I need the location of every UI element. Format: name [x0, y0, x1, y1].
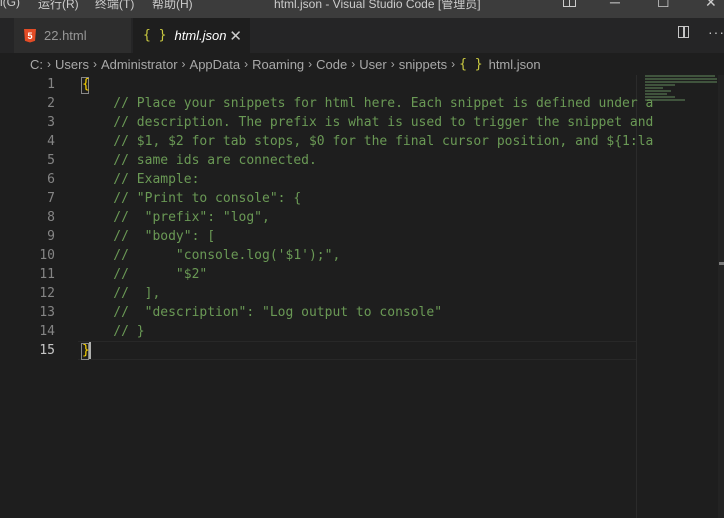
line-number: 1	[47, 77, 55, 92]
json-icon: { }	[459, 56, 483, 72]
breadcrumb: C: › Users › Administrator › AppData › R…	[0, 53, 724, 75]
line-number: 7	[47, 191, 55, 206]
code-line[interactable]: 14 // }	[0, 322, 636, 341]
chevron-right-icon: ›	[47, 57, 51, 71]
line-number: 11	[39, 267, 55, 282]
close-window-button[interactable]: ✕	[705, 0, 717, 11]
vertical-scrollbar[interactable]	[718, 75, 724, 518]
chevron-right-icon: ›	[92, 57, 97, 71]
code-line[interactable]: 13 // "description": "Log output to cons…	[0, 303, 636, 322]
line-number: 3	[47, 115, 55, 130]
minimap[interactable]	[645, 75, 720, 105]
more-actions-button[interactable]: ···	[708, 24, 724, 42]
code-line[interactable]: 6 // Example:	[0, 170, 636, 189]
breadcrumb-segment[interactable]: Administrator	[101, 57, 178, 72]
chevron-right-icon: ›	[244, 57, 249, 71]
breadcrumb-segment[interactable]: snippets	[399, 57, 447, 72]
code-line[interactable]: 11 // "$2"	[0, 265, 636, 284]
close-icon[interactable]: ✕	[229, 27, 242, 45]
chevron-right-icon: ›	[181, 57, 186, 71]
code-line[interactable]: 15 }	[0, 341, 636, 360]
minimize-button[interactable]: ─	[610, 0, 620, 10]
code-comment: // Example:	[82, 172, 200, 187]
line-number: 14	[39, 324, 55, 339]
code-line[interactable]: 3 // description. The prefix is what is …	[0, 113, 653, 132]
breadcrumb-segment[interactable]: C:	[30, 57, 43, 72]
json-icon: { }	[143, 28, 167, 43]
breadcrumb-segment[interactable]: Users	[55, 57, 89, 72]
line-number: 13	[39, 305, 55, 320]
title-bar: i(G) 运行(R) 终端(T) 帮助(H) html.json - Visua…	[0, 0, 724, 18]
code-comment: // Place your snippets for html here. Ea…	[82, 96, 654, 111]
line-number: 2	[47, 96, 55, 111]
line-number: 6	[47, 172, 55, 187]
code-comment: // }	[82, 324, 145, 339]
breadcrumb-segment[interactable]: User	[359, 57, 386, 72]
line-number: 4	[47, 134, 55, 149]
menu-item-go[interactable]: i(G)	[0, 0, 20, 9]
code-comment: // ],	[82, 286, 161, 301]
line-number: 12	[39, 286, 55, 301]
menu-item-terminal[interactable]: 终端(T)	[95, 0, 134, 12]
tab-22-html[interactable]: 5 22.html	[14, 18, 132, 53]
code-text: {	[82, 77, 90, 92]
tab-label: 22.html	[44, 28, 87, 43]
code-comment: // "$2"	[82, 267, 208, 282]
code-line[interactable]: 9 // "body": [	[0, 227, 636, 246]
window-title: html.json - Visual Studio Code [管理员]	[274, 0, 481, 11]
chevron-right-icon: ›	[351, 57, 356, 71]
code-line[interactable]: 4 // $1, $2 for tab stops, $0 for the fi…	[0, 132, 653, 151]
split-editor-button[interactable]	[678, 26, 689, 38]
code-editor[interactable]: 1 { 2 // Place your snippets for html he…	[0, 75, 724, 518]
code-line[interactable]: 1 {	[0, 75, 636, 94]
menu-item-run[interactable]: 运行(R)	[38, 0, 79, 12]
line-number: 10	[39, 248, 55, 263]
scrollbar-cursor-marker	[719, 262, 724, 265]
chevron-right-icon: ›	[308, 57, 313, 71]
line-number: 8	[47, 210, 55, 225]
code-comment: // "console.log('$1');",	[82, 248, 341, 263]
menu-item-help[interactable]: 帮助(H)	[152, 0, 193, 12]
breadcrumb-segment[interactable]: Roaming	[252, 57, 304, 72]
breadcrumb-segment[interactable]: Code	[316, 57, 347, 72]
breadcrumb-file[interactable]: html.json	[489, 57, 541, 72]
line-number: 15	[39, 343, 55, 358]
layout-icon[interactable]	[563, 0, 576, 10]
code-comment: // "description": "Log output to console…	[82, 305, 443, 320]
text-cursor	[89, 342, 91, 359]
code-line[interactable]: 10 // "console.log('$1');",	[0, 246, 636, 265]
breadcrumb-segment[interactable]: AppData	[190, 57, 241, 72]
code-comment: // "Print to console": {	[82, 191, 302, 206]
code-comment: // $1, $2 for tab stops, $0 for the fina…	[82, 134, 654, 149]
code-comment: // description. The prefix is what is us…	[82, 115, 654, 130]
code-line[interactable]: 12 // ],	[0, 284, 636, 303]
tab-html-json[interactable]: { } html.json ✕	[133, 18, 250, 53]
code-comment: // "prefix": "log",	[82, 210, 270, 225]
split-editor-icon	[678, 26, 689, 38]
maximize-button[interactable]: ☐	[657, 0, 670, 11]
more-icon: ···	[708, 24, 724, 40]
tab-bar: 5 22.html { } html.json ✕ ···	[0, 18, 724, 53]
html5-icon: 5	[24, 28, 36, 43]
chevron-right-icon: ›	[390, 57, 395, 71]
code-comment: // same ids are connected.	[82, 153, 317, 168]
code-line[interactable]: 2 // Place your snippets for html here. …	[0, 94, 653, 113]
code-line[interactable]: 8 // "prefix": "log",	[0, 208, 636, 227]
code-comment: // "body": [	[82, 229, 216, 244]
chevron-right-icon: ›	[451, 57, 456, 71]
code-line[interactable]: 5 // same ids are connected.	[0, 151, 636, 170]
tab-label: html.json	[174, 28, 227, 43]
line-number: 5	[47, 153, 55, 168]
line-number: 9	[47, 229, 55, 244]
code-line[interactable]: 7 // "Print to console": {	[0, 189, 636, 208]
